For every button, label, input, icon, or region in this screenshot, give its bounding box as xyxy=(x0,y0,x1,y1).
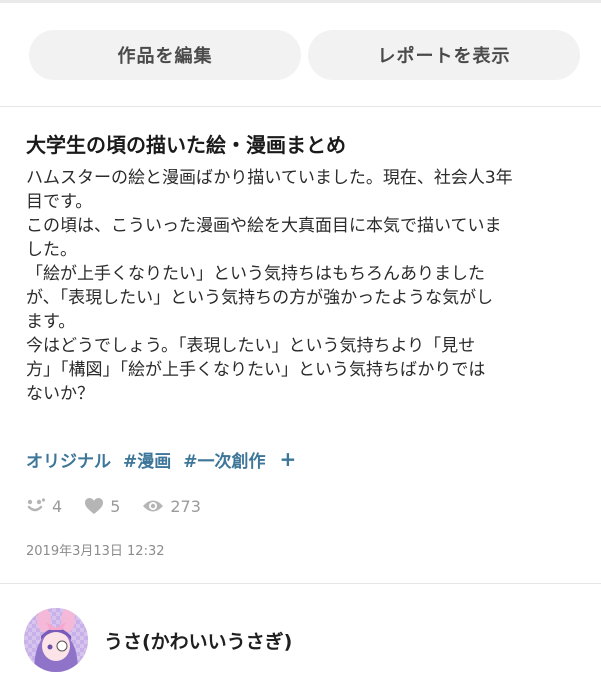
caption-line: ます。 xyxy=(26,312,76,332)
tag-original-creation[interactable]: #一次創作 xyxy=(183,447,265,472)
add-tag-button[interactable]: + xyxy=(280,449,297,469)
work-title: 大学生の頃の描いた絵・漫画まとめ xyxy=(26,133,346,157)
avatar-image xyxy=(24,608,88,672)
section-divider xyxy=(0,106,601,107)
view-report-button[interactable]: レポートを表示 xyxy=(308,30,580,80)
edit-work-button[interactable]: 作品を編集 xyxy=(29,30,301,80)
post-date: 2019年3月13日 12:32 xyxy=(26,544,165,559)
section-divider xyxy=(0,583,601,584)
reaction-count: 4 xyxy=(52,496,63,516)
caption-line: が、「表現したい」という気持ちの方が強かったような気がし xyxy=(26,288,494,308)
work-stats: 4 5 273 xyxy=(26,495,223,517)
work-detail-page: 作品を編集 レポートを表示 大学生の頃の描いた絵・漫画まとめ ハムスターの絵と漫… xyxy=(0,0,601,680)
avatar[interactable] xyxy=(24,608,88,672)
caption-line: 目です。 xyxy=(26,192,93,212)
action-bar: 作品を編集 レポートを表示 xyxy=(0,30,601,82)
caption-line: した。 xyxy=(26,240,77,260)
tag-list: オリジナル #漫画 #一次創作 + xyxy=(26,446,296,472)
view-count: 273 xyxy=(170,496,201,516)
author-name[interactable]: うさ(かわいいうさぎ) xyxy=(104,627,292,654)
tag-original[interactable]: オリジナル xyxy=(26,447,111,472)
work-caption: ハムスターの絵と漫画ばかり描いていました。現在、社会人3年 目です。 この頃は、… xyxy=(26,166,586,406)
tag-manga[interactable]: #漫画 xyxy=(123,447,171,472)
caption-line: ないか？ xyxy=(26,384,94,404)
view-count-stat: 273 xyxy=(142,497,201,516)
caption-line: 今はどうでしょう。「表現したい」という気持ちより「見せ xyxy=(26,336,476,356)
like-count-stat: 5 xyxy=(84,497,120,516)
author-row[interactable]: うさ(かわいいうさぎ) xyxy=(24,606,292,674)
top-divider xyxy=(0,0,601,3)
reaction-count-stat: 4 xyxy=(26,497,62,516)
heart-icon xyxy=(85,498,104,514)
smile-reaction-icon xyxy=(27,498,46,512)
caption-line: ハムスターの絵と漫画ばかり描いていました。現在、社会人3年 xyxy=(26,168,513,188)
caption-line: 方」「構図」「絵が上手くなりたい」という気持ちばかりでは xyxy=(26,360,486,380)
eye-icon xyxy=(143,500,164,512)
caption-line: この頃は、こういった漫画や絵を大真面目に本気で描いていま xyxy=(26,216,502,236)
caption-line: 「絵が上手くなりたい」という気持ちはもちろんありました xyxy=(26,264,485,284)
like-count: 5 xyxy=(110,496,121,516)
